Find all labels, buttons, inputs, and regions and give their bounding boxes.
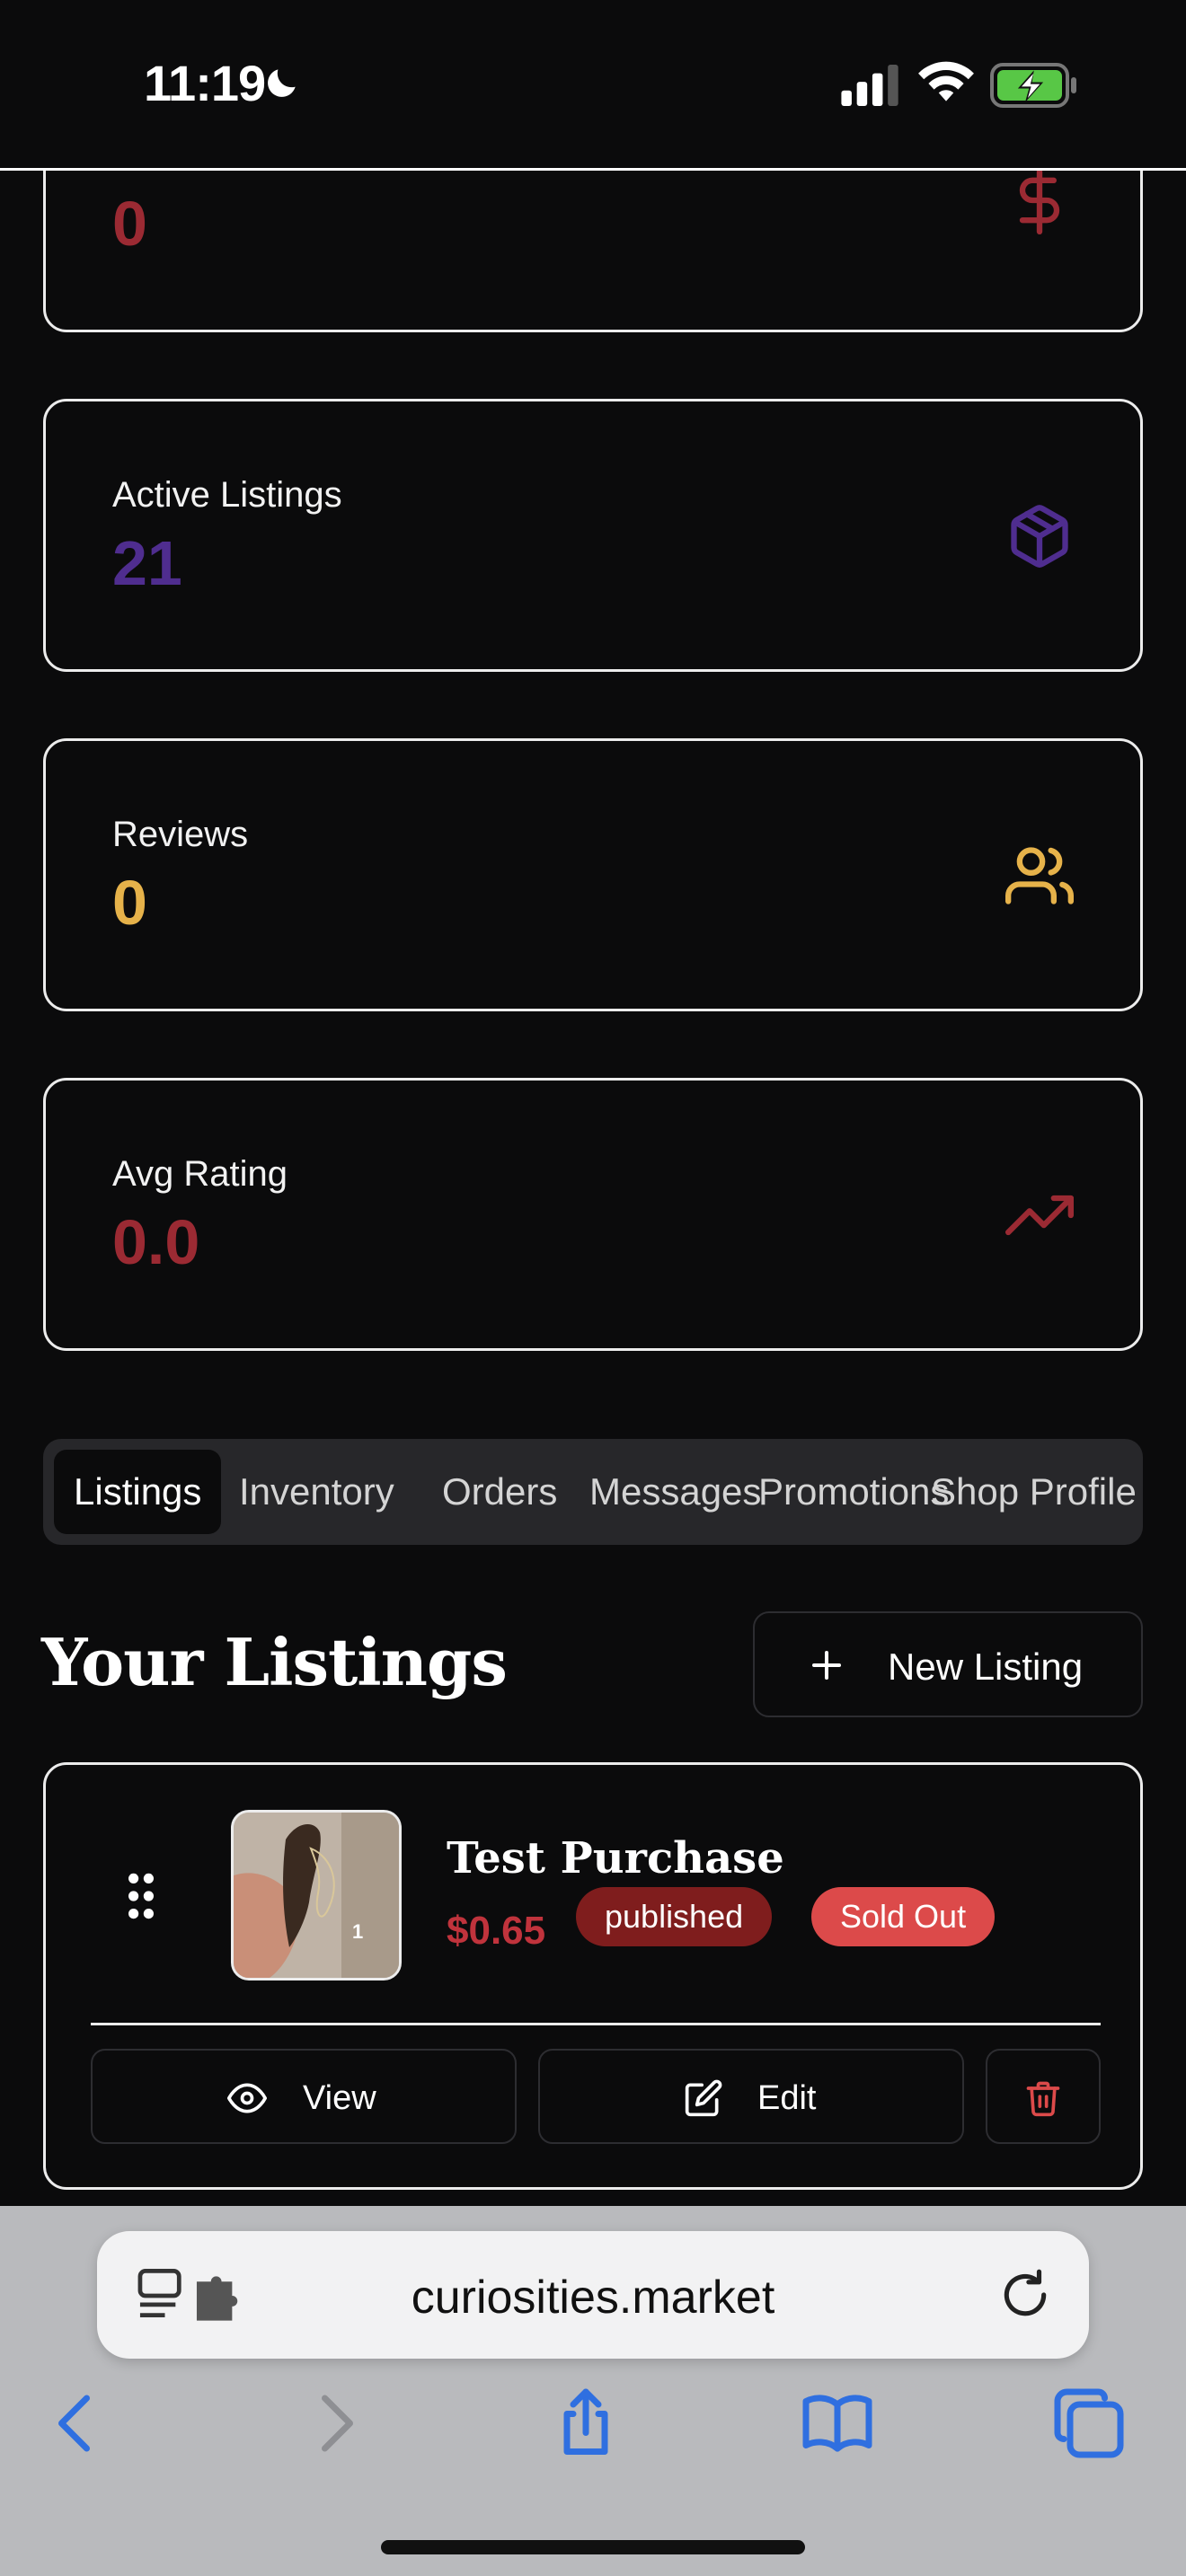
reload-icon[interactable] [997,2267,1053,2323]
tab-orders[interactable]: Orders [442,1450,557,1534]
listing-title[interactable]: Test Purchase [447,1833,784,1883]
users-icon [1005,847,1074,904]
bookmarks-icon[interactable] [800,2386,875,2461]
tab-shop-profile[interactable]: Shop Profile [931,1450,1137,1534]
trending-up-icon [1005,1195,1074,1236]
stat-label: Active Listings [112,475,342,515]
stat-label: Reviews [112,815,249,854]
browser-toolbar: curiosities.market [0,2206,1186,2576]
moon-icon [268,69,296,97]
status-bar: 11:19 [0,0,1186,171]
view-label: View [303,2079,376,2117]
section-title: Your Listings [41,1624,508,1700]
new-listing-label: New Listing [888,1645,1084,1688]
dashboard-tabs: Listings Inventory Orders Messages Promo… [43,1439,1143,1545]
tab-promotions[interactable]: Promotions [758,1450,949,1534]
signal-icon [841,65,898,106]
stat-card-reviews: Reviews 0 [43,738,1143,1011]
address-bar[interactable]: curiosities.market [97,2231,1089,2359]
drag-handle-icon[interactable] [125,1871,157,1921]
battery-charging-icon [990,63,1076,108]
stat-label: Avg Rating [112,1154,288,1194]
card-divider [91,2023,1101,2025]
home-indicator [381,2540,805,2554]
forward-icon[interactable] [296,2386,372,2461]
stat-value: 0.0 [112,1207,200,1277]
delete-button[interactable] [986,2049,1101,2144]
svg-text:1: 1 [352,1920,363,1943]
back-icon[interactable] [40,2386,115,2461]
stat-value: 0 [112,868,147,938]
status-badge: published [576,1887,773,1946]
edit-icon [685,2079,722,2117]
package-icon [1011,505,1068,568]
trash-icon [1026,2081,1060,2117]
tab-inventory[interactable]: Inventory [239,1450,394,1534]
stat-value: 21 [112,528,182,598]
listing-price: $0.65 [447,1909,546,1953]
view-button[interactable]: View [91,2049,517,2144]
edit-label: Edit [757,2079,817,2117]
listing-image: 1 [234,1813,399,1978]
edit-button[interactable]: Edit [538,2049,964,2144]
sold-out-badge: Sold Out [811,1887,996,1946]
status-time: 11:19 [144,55,266,111]
stat-value: 0 [112,189,147,259]
listing-thumbnail[interactable]: 1 [231,1810,402,1981]
tab-listings[interactable]: Listings [54,1450,222,1534]
tab-messages[interactable]: Messages [589,1450,761,1534]
url-text[interactable]: curiosities.market [97,2271,1089,2325]
eye-icon [227,2083,267,2113]
stat-card-avg-rating: Avg Rating 0.0 [43,1078,1143,1351]
share-icon[interactable] [548,2386,624,2461]
listing-card: 1 Test Purchase $0.65 published Sold Out… [43,1762,1143,2190]
wifi-icon [918,61,974,101]
dollar-icon [1019,166,1060,234]
tabs-icon[interactable] [1051,2386,1127,2461]
new-listing-button[interactable]: New Listing [753,1611,1143,1717]
plus-icon [812,1651,841,1680]
stat-card-active-listings: Active Listings 21 [43,399,1143,672]
